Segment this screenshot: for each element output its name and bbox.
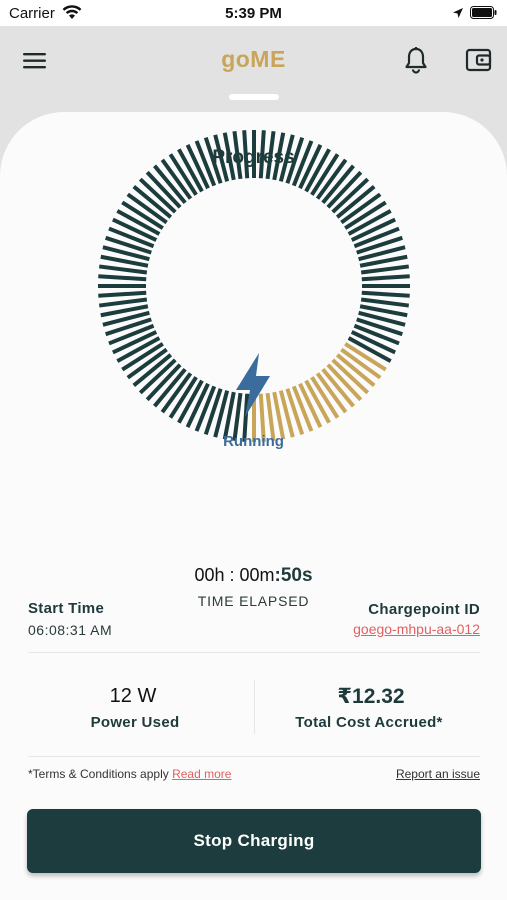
- wallet-icon[interactable]: [465, 46, 493, 74]
- progress-tick: [258, 130, 266, 179]
- progress-tick: [360, 297, 410, 308]
- lightning-bolt-icon: [232, 352, 274, 418]
- sheet-drag-handle[interactable]: [229, 94, 279, 100]
- start-time-value: 06:08:31 AM: [28, 622, 113, 638]
- total-cost-label: Total Cost Accrued*: [295, 714, 443, 731]
- app-title: goME: [221, 46, 286, 72]
- power-used-value: 12 W: [109, 685, 157, 707]
- app-header: goME: [0, 26, 507, 112]
- status-bar: Carrier 5:39 PM: [0, 0, 507, 26]
- divider: [28, 652, 480, 653]
- progress-tick: [98, 297, 148, 308]
- report-issue-link[interactable]: Report an issue: [396, 767, 480, 781]
- terms-label: *Terms & Conditions apply: [28, 767, 169, 781]
- progress-tick: [98, 290, 147, 298]
- progress-tick: [360, 264, 410, 275]
- progress-tick: [361, 290, 410, 298]
- progress-tick: [232, 130, 243, 180]
- progress-tick: [242, 130, 250, 179]
- stats-divider: [254, 680, 255, 734]
- progress-tick: [361, 274, 410, 282]
- start-time-label: Start Time: [28, 600, 105, 617]
- total-cost-value: ₹12.32: [337, 685, 405, 708]
- stop-charging-button[interactable]: Stop Charging: [27, 809, 481, 873]
- timer-hours-minutes: 00h : 00m: [194, 565, 275, 585]
- timer-seconds: :50s: [274, 565, 313, 586]
- progress-tick: [265, 130, 276, 180]
- terms-text: *Terms & Conditions apply Read more: [28, 767, 231, 781]
- progress-tick: [98, 264, 148, 275]
- clock: 5:39 PM: [225, 5, 282, 22]
- elapsed-timer: 00h : 00m:50s: [0, 565, 507, 587]
- progress-tick: [98, 274, 147, 282]
- divider: [28, 756, 480, 757]
- battery-icon: [470, 6, 498, 24]
- location-arrow-icon: [452, 6, 464, 24]
- chargepoint-id-link[interactable]: goego-mhpu-aa-012: [353, 621, 480, 637]
- chargepoint-id-label: Chargepoint ID: [368, 601, 480, 618]
- power-used-label: Power Used: [90, 714, 180, 731]
- read-more-link[interactable]: Read more: [172, 767, 231, 781]
- bell-icon[interactable]: [403, 46, 429, 74]
- charging-status: Running: [223, 433, 284, 450]
